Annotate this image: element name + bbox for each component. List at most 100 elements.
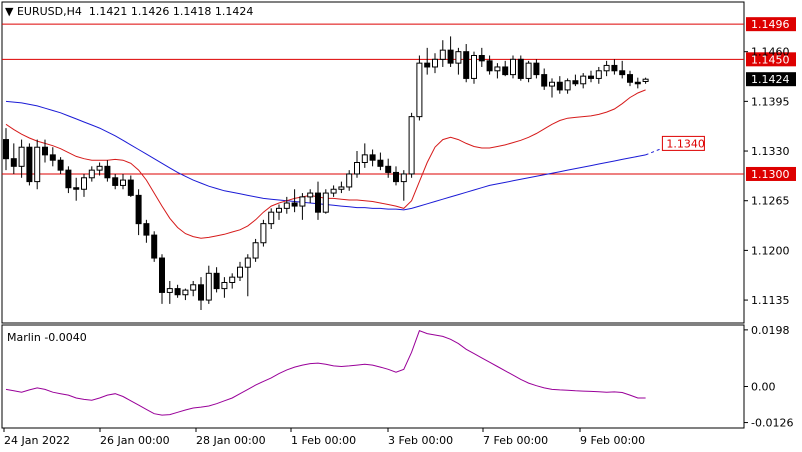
candle-body[interactable] [3, 139, 9, 160]
candle-body[interactable] [494, 66, 501, 72]
indicator-label: Marlin -0.0040 [7, 331, 87, 344]
candle-body[interactable] [291, 202, 298, 207]
candle-body[interactable] [143, 223, 150, 236]
candle-body[interactable] [400, 173, 407, 183]
chart-window[interactable]: 1.1496 1.1450 1.1300 1.1424 1.1340 1.1460 1.… [0, 0, 802, 452]
candle-body[interactable] [611, 64, 618, 72]
candle-body[interactable] [338, 186, 345, 190]
chart-header: ▼ EURUSD,H4 1.1421 1.1426 1.1418 1.1424 [5, 5, 253, 18]
candle-body[interactable] [174, 288, 181, 296]
candle-body[interactable] [307, 192, 314, 198]
candle-body[interactable] [432, 58, 438, 68]
candle-body[interactable] [18, 146, 25, 167]
price-axis-label: 1.1330 [751, 145, 790, 158]
time-axis-label: 3 Feb 00:00 [388, 434, 453, 447]
candle-body[interactable] [588, 75, 594, 79]
candle-body[interactable] [377, 159, 384, 167]
candle-body[interactable] [198, 284, 204, 301]
candle-body[interactable] [595, 70, 602, 79]
candle-body[interactable] [463, 51, 470, 79]
candle-body[interactable] [26, 146, 33, 183]
price-axis-label: 1.1265 [751, 195, 790, 208]
candle-body[interactable] [549, 81, 555, 87]
candle-body[interactable] [135, 194, 142, 225]
dropdown-triangle-icon[interactable]: ▼ [5, 5, 17, 18]
candle-body[interactable] [424, 62, 431, 68]
candle-body[interactable] [393, 171, 399, 183]
candle-body[interactable] [252, 242, 259, 259]
candle-body[interactable] [268, 211, 275, 225]
candle-body[interactable] [65, 169, 72, 189]
candle-body[interactable] [510, 58, 516, 76]
candle-body[interactable] [10, 158, 17, 167]
candle-body[interactable] [244, 257, 251, 268]
time-axis-label: 1 Feb 00:00 [291, 434, 356, 447]
candle-body[interactable] [283, 202, 290, 209]
chart-canvas[interactable]: 1.14961.14501.13001.1424 1.1340 1.14601.… [0, 0, 802, 452]
candle-body[interactable] [237, 266, 243, 278]
candle-body[interactable] [57, 159, 64, 171]
candle-body[interactable] [346, 173, 353, 188]
candle-body[interactable] [104, 165, 111, 179]
candle-body[interactable] [502, 66, 509, 76]
ma-fast-line [5, 89, 646, 239]
target-price-label: 1.1340 [666, 137, 705, 150]
candle-body[interactable] [369, 154, 376, 161]
candle-body[interactable] [120, 179, 126, 186]
candle-body[interactable] [96, 165, 103, 171]
candle-body[interactable] [330, 188, 337, 194]
candle-body[interactable] [564, 80, 571, 91]
candle-body[interactable] [127, 179, 134, 196]
candle-body[interactable] [166, 288, 173, 293]
candle-body[interactable] [603, 64, 610, 72]
candle-body[interactable] [533, 62, 540, 76]
candle-body[interactable] [455, 51, 462, 64]
candle-body[interactable] [159, 257, 165, 293]
candle-body[interactable] [205, 272, 212, 301]
candle-body[interactable] [42, 146, 48, 156]
candle-body[interactable] [642, 78, 649, 82]
time-axis-label: 9 Feb 00:00 [580, 434, 645, 447]
candle-body[interactable] [634, 81, 641, 85]
candle-body[interactable] [112, 177, 119, 186]
candle-body[interactable] [315, 192, 321, 213]
candle-body[interactable] [517, 58, 524, 79]
candle-body[interactable] [322, 192, 329, 213]
candle-body[interactable] [49, 154, 56, 161]
candle-body[interactable] [572, 80, 579, 85]
candle-body[interactable] [385, 165, 392, 173]
candle-body[interactable] [408, 116, 415, 175]
candle-body[interactable] [447, 49, 454, 64]
indicator-axis-label: -0.0126 [751, 417, 793, 430]
candle-body[interactable] [556, 81, 563, 91]
candle-body[interactable] [486, 60, 493, 72]
candle-body[interactable] [88, 169, 95, 179]
current-price-label: 1.1424 [751, 73, 790, 86]
candle-body[interactable] [354, 162, 360, 175]
candle-body[interactable] [73, 187, 80, 190]
candle-body[interactable] [151, 234, 158, 259]
candle-body[interactable] [525, 62, 532, 79]
candle-body[interactable] [580, 75, 587, 85]
candle-body[interactable] [416, 62, 423, 118]
candle-body[interactable] [471, 55, 477, 79]
candle-body[interactable] [627, 74, 633, 83]
candle-body[interactable] [478, 55, 485, 62]
candle-body[interactable] [229, 276, 236, 283]
candle-body[interactable] [276, 207, 282, 213]
candle-body[interactable] [81, 177, 87, 190]
candle-body[interactable] [619, 70, 626, 76]
candle-body[interactable] [213, 272, 220, 290]
candle-body[interactable] [221, 281, 228, 290]
candle-body[interactable] [361, 154, 368, 164]
candle-body[interactable] [299, 196, 306, 207]
price-axis-label: 1.1200 [751, 244, 790, 257]
candle-body[interactable] [182, 289, 189, 296]
candle-body[interactable] [260, 223, 267, 244]
ohlc-high: 1.1426 [130, 5, 170, 18]
candle-body[interactable] [541, 74, 548, 87]
candle-body[interactable] [190, 284, 197, 291]
candle-body[interactable] [34, 146, 41, 183]
indicator-axis-label: 0.0198 [751, 324, 790, 337]
candle-body[interactable] [439, 49, 446, 60]
